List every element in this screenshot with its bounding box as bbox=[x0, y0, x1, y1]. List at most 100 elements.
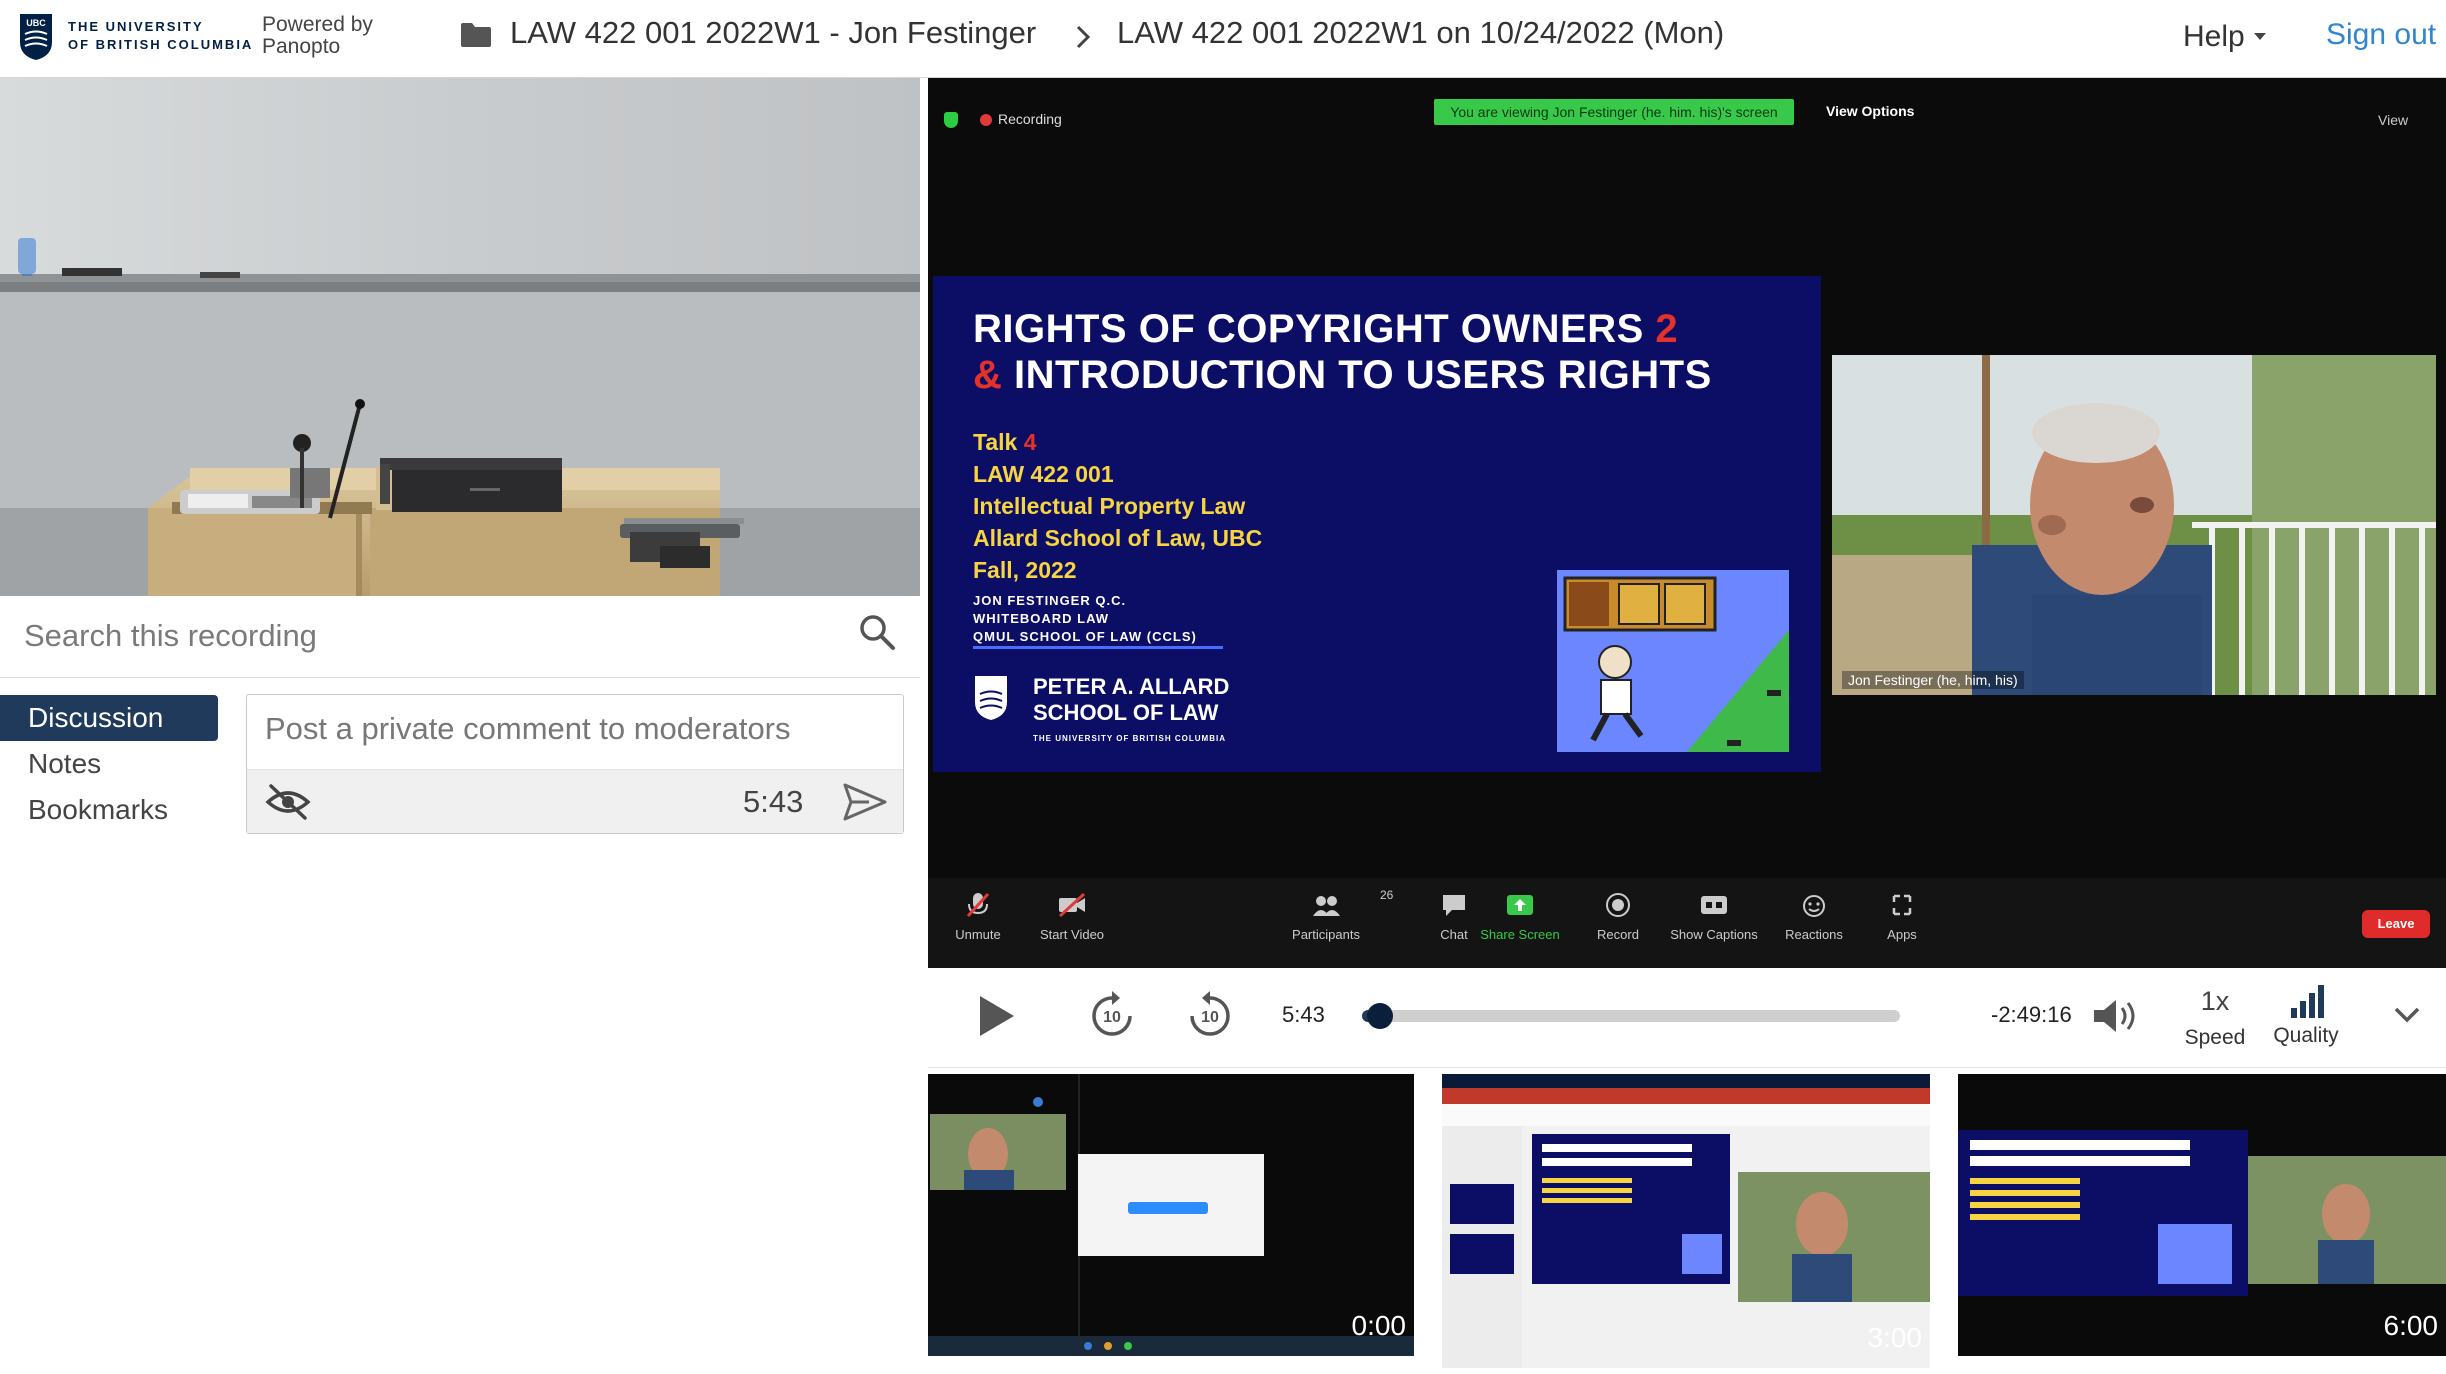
ubc-logo[interactable]: UBC THE UNIVERSITY OF BRITISH COLUMBIA bbox=[18, 12, 258, 62]
slide-talk: Talk bbox=[973, 429, 1018, 455]
search-bar bbox=[0, 596, 920, 678]
rewind-10-icon[interactable]: 10 bbox=[1086, 990, 1138, 1042]
video-camera-off-icon bbox=[1058, 892, 1086, 918]
tab-notes[interactable]: Notes bbox=[0, 741, 220, 787]
breadcrumb-session: LAW 422 001 2022W1 on 10/24/2022 (Mon) bbox=[1117, 15, 1725, 50]
search-input[interactable] bbox=[24, 614, 824, 658]
view-button: View bbox=[2378, 112, 2409, 128]
sidebar-tabs: Discussion Notes Bookmarks bbox=[0, 695, 220, 833]
slide-link-underline bbox=[973, 646, 1223, 649]
folder-icon[interactable] bbox=[460, 22, 492, 48]
comment-input[interactable] bbox=[265, 709, 885, 749]
speed-label[interactable]: Speed bbox=[2174, 1026, 2256, 1050]
speaker-scene bbox=[1832, 355, 2436, 695]
ubc-mark-text: UBC bbox=[26, 18, 46, 28]
progress-bar[interactable] bbox=[1362, 1003, 1900, 1029]
viewing-banner: You are viewing Jon Festinger (he. him. … bbox=[1434, 99, 1794, 125]
slide-author-line2: WHITEBOARD LAW bbox=[973, 611, 1110, 626]
slide-school: Allard School of Law, UBC bbox=[973, 525, 1263, 551]
help-menu[interactable]: Help bbox=[2183, 20, 2245, 54]
slide-title-number: 2 bbox=[1655, 307, 1679, 351]
sign-out-link[interactable]: Sign out bbox=[2326, 18, 2436, 52]
thumbnail-item[interactable]: 3:00 bbox=[1442, 1074, 1930, 1368]
participants-icon bbox=[1313, 896, 1340, 916]
thumbnail-item[interactable]: 0:00 bbox=[928, 1074, 1414, 1356]
zoom-captions-button: Show Captions bbox=[1664, 892, 1764, 942]
rewind-seconds-text: 10 bbox=[1103, 1009, 1121, 1026]
presentation-slide: RIGHTS OF COPYRIGHT OWNERS 2 & INTRODUCT… bbox=[933, 276, 1821, 772]
slide-subject: Intellectual Property Law bbox=[973, 493, 1246, 519]
comment-timestamp[interactable]: 5:43 bbox=[743, 784, 803, 820]
slide-author: JON FESTINGER Q.C. WHITEBOARD LAW QMUL S… bbox=[973, 592, 1197, 646]
chevron-down-icon[interactable] bbox=[2392, 1004, 2422, 1026]
apps-icon bbox=[1892, 894, 1912, 916]
record-icon bbox=[1606, 893, 1630, 917]
slide-author-line3: QMUL SCHOOL OF LAW (CCLS) bbox=[973, 629, 1197, 644]
slide-author-line1: JON FESTINGER Q.C. bbox=[973, 593, 1127, 608]
captions-icon bbox=[1701, 896, 1727, 914]
volume-icon[interactable] bbox=[2092, 996, 2142, 1036]
current-time: 5:43 bbox=[1282, 1002, 1325, 1027]
slide-title: RIGHTS OF COPYRIGHT OWNERS 2 & INTRODUCT… bbox=[973, 306, 1712, 398]
forward-seconds-text: 10 bbox=[1201, 1009, 1219, 1026]
search-icon[interactable] bbox=[857, 612, 897, 652]
thumbnail-time: 6:00 bbox=[2383, 1310, 2439, 1341]
recording-label: Recording bbox=[998, 111, 1062, 127]
speaker-name-label: Jon Festinger (he, him, his) bbox=[1842, 671, 2024, 689]
thumbnail-preview bbox=[928, 1074, 1414, 1356]
main-video-player[interactable]: Recording You are viewing Jon Festinger … bbox=[928, 78, 2446, 968]
allard-line2: SCHOOL OF LAW bbox=[1033, 700, 1219, 725]
progress-handle[interactable] bbox=[1366, 1003, 1393, 1029]
breadcrumb-course[interactable]: LAW 422 001 2022W1 - Jon Festinger bbox=[510, 15, 1036, 51]
slide-details: Talk 4 LAW 422 001 Intellectual Property… bbox=[973, 426, 1262, 586]
zoom-start-video-button: Start Video bbox=[1022, 892, 1122, 942]
quality-label[interactable]: Quality bbox=[2264, 1024, 2348, 1048]
ubc-wordmark-line2: OF BRITISH COLUMBIA bbox=[68, 37, 254, 52]
slide-title-line2: INTRODUCTION TO USERS RIGHTS bbox=[1014, 353, 1712, 397]
tab-discussion[interactable]: Discussion bbox=[0, 695, 218, 741]
powered-by-panopto[interactable]: Powered by Panopto bbox=[262, 14, 373, 58]
slide-title-line1: RIGHTS OF COPYRIGHT OWNERS bbox=[973, 307, 1644, 351]
powered-by-line1: Powered by bbox=[262, 13, 373, 36]
allard-school-name: PETER A. ALLARD SCHOOL OF LAW bbox=[1033, 674, 1229, 726]
slide-illustration bbox=[1557, 570, 1789, 752]
zoom-start-video-label: Start Video bbox=[1039, 927, 1105, 942]
zoom-reactions-button: Reactions bbox=[1764, 892, 1864, 942]
eye-off-icon[interactable] bbox=[265, 782, 311, 822]
allard-university: THE UNIVERSITY OF BRITISH COLUMBIA bbox=[1033, 734, 1226, 743]
forward-10-icon[interactable]: 10 bbox=[1184, 990, 1236, 1042]
zoom-toolbar: Unmute Start Video Participants 26 Chat bbox=[928, 878, 2446, 968]
comment-box: 5:43 bbox=[246, 694, 904, 834]
zoom-leave-button: Leave bbox=[2362, 910, 2430, 938]
shield-icon bbox=[944, 112, 958, 128]
thumbnail-item[interactable]: 6:00 bbox=[1958, 1074, 2446, 1356]
thumbnail-time: 3:00 bbox=[1867, 1322, 1923, 1353]
remaining-time: -2:49:16 bbox=[1991, 1002, 2072, 1027]
classroom-camera-feed[interactable] bbox=[0, 78, 920, 596]
speed-value[interactable]: 1x bbox=[2174, 986, 2256, 1017]
zoom-participants-button: Participants bbox=[1276, 892, 1376, 942]
signal-bars-icon[interactable] bbox=[2289, 984, 2325, 1018]
caret-down-icon[interactable] bbox=[2253, 32, 2267, 42]
reactions-icon bbox=[1803, 895, 1825, 917]
zoom-record-button: Record bbox=[1568, 892, 1668, 942]
ubc-crest-icon bbox=[975, 676, 1007, 720]
header: UBC THE UNIVERSITY OF BRITISH COLUMBIA P… bbox=[0, 0, 2446, 78]
slide-course: LAW 422 001 bbox=[973, 461, 1114, 487]
thumbnail-preview bbox=[1958, 1074, 2446, 1356]
send-icon[interactable] bbox=[843, 782, 887, 822]
zoom-record-label: Record bbox=[1597, 927, 1639, 942]
zoom-captions-label: Show Captions bbox=[1670, 927, 1758, 942]
microphone-muted-icon bbox=[966, 892, 990, 918]
zoom-top-bar: Recording You are viewing Jon Festinger … bbox=[928, 78, 2446, 128]
classroom-scene bbox=[0, 78, 920, 596]
player-controls: 10 10 5:43 -2:49:16 1x Speed Quality bbox=[928, 968, 2446, 1068]
share-screen-icon bbox=[1507, 895, 1533, 915]
play-icon[interactable] bbox=[976, 994, 1016, 1038]
view-options-button: View Options bbox=[1826, 103, 1915, 119]
tab-bookmarks[interactable]: Bookmarks bbox=[0, 787, 220, 833]
thumbnail-time: 0:00 bbox=[1351, 1310, 1407, 1341]
zoom-share-screen-button: Share Screen bbox=[1470, 892, 1570, 942]
ubc-crest-icon: UBC bbox=[20, 14, 52, 60]
powered-by-line2: Panopto bbox=[262, 35, 341, 58]
